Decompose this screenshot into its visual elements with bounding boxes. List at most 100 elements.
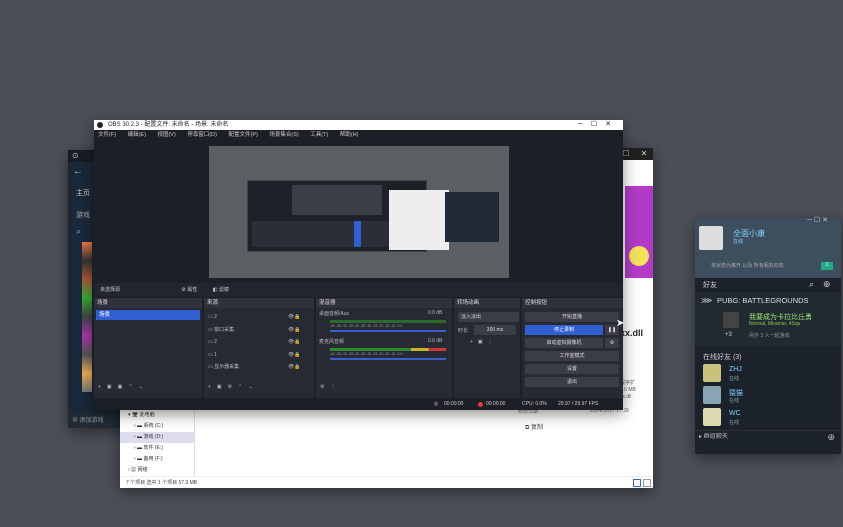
- in-game-group: ⋙ PUBG: BATTLEGROUNDS 我要成为卡拉比丘勇 Normal, …: [695, 292, 841, 346]
- sources-dock: 来源 ▭ 2 ▭ 窗口采集 ▭ 2 ▭ 1 ▭ 显示器采集 👁🔒 👁🔒 👁🔒 👁🔒 👁🔒…: [204, 298, 314, 398]
- duration-input[interactable]: 300 ms: [474, 325, 516, 335]
- copy-link[interactable]: ⧉ 复制: [525, 422, 543, 432]
- tree-drive-e[interactable]: › ▬ 软件 (E:): [120, 443, 194, 454]
- status-text: 7 个项目 选中 1 个项目 57.9 MB: [126, 480, 198, 486]
- search-icon[interactable]: ⌕: [809, 279, 814, 290]
- close-icon[interactable]: ─ ☐ ✕: [807, 216, 828, 224]
- friend-name[interactable]: ZHJ: [729, 366, 742, 373]
- stop-recording-button[interactable]: 停止录制: [525, 325, 603, 335]
- source-controls[interactable]: +▣⚙⌃⌄: [208, 384, 259, 390]
- steam-friends-window: 全面小康 在线 将状态为离开 以及 所有朋友动态 ─ ☐ ✕ 1 好友 ⌕ ⊕ …: [695, 216, 841, 454]
- game-icons-column[interactable]: [82, 242, 92, 392]
- friend-avatar[interactable]: [723, 312, 739, 328]
- add-group-icon[interactable]: ⊕: [827, 431, 835, 443]
- transitions-dock-header: 转场动画: [454, 298, 520, 308]
- friend-status: 在线: [729, 420, 740, 426]
- banner-note: 将状态为离开 以及 所有朋友动态: [711, 263, 784, 269]
- tree-this-pc[interactable]: ▾ 🖥 此电脑: [120, 410, 194, 421]
- close-icon[interactable]: ✕: [637, 149, 651, 159]
- back-arrow-icon[interactable]: ←: [73, 166, 83, 177]
- sources-dock-header: 来源: [204, 298, 314, 308]
- scene-controls[interactable]: +▣▣⌃⌄: [98, 384, 149, 390]
- friend-avatar[interactable]: [703, 386, 721, 404]
- cartoon-face-icon: [629, 246, 649, 266]
- tree-drive-f[interactable]: › ▬ 备用 (F:): [120, 454, 194, 465]
- transitions-dock: 转场动画 淡入淡出 时长 300 ms +▣⋮: [454, 298, 520, 398]
- copy-link-label: 复制: [530, 425, 543, 431]
- meter-bar: [330, 320, 446, 323]
- menu-docks[interactable]: 停靠窗口(D): [187, 132, 217, 138]
- controls-dock: 控制按钮 开始直播 停止录制 ❚❚ 启动虚拟摄像机 ⚙ 工作室模式 设置 退出: [522, 298, 623, 398]
- source-item[interactable]: ▭ 1: [208, 349, 239, 362]
- tiles-view-icon[interactable]: [643, 479, 651, 487]
- desktop: { "colors": {"desktop":"#4b4f57","obs_bg…: [0, 0, 843, 527]
- controls-dock-header: 控制按钮: [522, 298, 623, 308]
- group-chat-label: 群组聊天: [703, 434, 728, 440]
- dock-title: 来源: [207, 300, 219, 306]
- friend-avatar[interactable]: [703, 408, 721, 426]
- source-label: 1: [214, 351, 217, 358]
- avatar[interactable]: [699, 226, 723, 250]
- mixer-controls[interactable]: ⚙⋮: [320, 384, 341, 390]
- source-label: 窗口采集: [214, 326, 235, 333]
- search-icon[interactable]: ⌕: [76, 226, 81, 237]
- obs-window: OBS 30.2.3 - 配置文件: 未命名 - 场景: 未命名 ─☐✕ 文件(…: [94, 120, 623, 410]
- menu-edit[interactable]: 编辑(E): [128, 132, 146, 138]
- volume-slider[interactable]: [330, 330, 446, 332]
- transition-controls[interactable]: +▣⋮: [470, 339, 498, 345]
- gear-icon[interactable]: ⚙: [605, 338, 619, 348]
- source-item[interactable]: ▭ 2: [208, 336, 239, 349]
- source-list: ▭ 2 ▭ 窗口采集 ▭ 2 ▭ 1 ▭ 显示器采集: [208, 311, 239, 374]
- mixer-channel-1-db: 0.0 dB: [428, 310, 443, 316]
- pubg-icon: ⋙: [701, 296, 713, 305]
- stream-icon: ◎: [434, 401, 439, 407]
- menu-help[interactable]: 帮助(H): [340, 132, 359, 138]
- mixer-channel-1-label: 桌面音频/Aux: [319, 311, 350, 317]
- obs-statusbar: ◎ 00:00:00 00:00:00 CPU: 0.0% 29.97 / 29…: [94, 398, 623, 410]
- source-item[interactable]: ▭ 窗口采集: [208, 324, 239, 337]
- source-item[interactable]: ▭ 显示器采集: [208, 361, 239, 374]
- dock-title: 混音器: [319, 300, 336, 306]
- filters-label: 滤镜: [218, 287, 229, 293]
- menu-tools[interactable]: 工具(T): [310, 132, 328, 138]
- tree-drive-c[interactable]: › ▬ 系统 (C:): [120, 421, 194, 432]
- start-stream-button[interactable]: 开始直播: [525, 312, 619, 322]
- source-label: 2: [214, 314, 217, 320]
- transition-select[interactable]: 淡入淡出: [458, 312, 519, 322]
- nav-home[interactable]: 主页: [76, 188, 90, 198]
- obs-menubar: 文件(F) 编辑(E) 视图(V) 停靠窗口(D) 配置文件(P) 场景集合(S…: [94, 130, 623, 140]
- preview-canvas[interactable]: [209, 146, 509, 278]
- add-friend-icon[interactable]: ⊕: [823, 279, 831, 290]
- nav-library[interactable]: 游戏: [76, 210, 90, 220]
- properties-button[interactable]: ⚙ 属性: [181, 287, 197, 293]
- studio-mode-button[interactable]: 工作室模式: [525, 351, 619, 361]
- details-view-icon[interactable]: [633, 479, 641, 487]
- menu-file[interactable]: 文件(F): [98, 132, 116, 138]
- exit-button[interactable]: 退出: [525, 377, 619, 387]
- settings-button[interactable]: 设置: [525, 364, 619, 374]
- friend-avatar[interactable]: [703, 364, 721, 382]
- tree-label: 网络: [137, 467, 148, 473]
- source-visibility-icons[interactable]: 👁🔒 👁🔒 👁🔒 👁🔒 👁🔒: [288, 311, 301, 374]
- scene-item[interactable]: 场景: [96, 310, 200, 320]
- mouse-cursor-icon: ➤: [616, 318, 625, 329]
- scenes-dock-header: 场景: [94, 298, 202, 308]
- explorer-statusbar: 7 个项目 选中 1 个项目 57.9 MB: [120, 476, 653, 488]
- menu-view[interactable]: 视图(V): [157, 132, 175, 138]
- filters-button[interactable]: ◧ 滤镜: [213, 287, 229, 293]
- friend-status: 在线: [729, 398, 740, 404]
- virtual-camera-button[interactable]: 启动虚拟摄像机: [525, 338, 603, 348]
- friend-status: 在线: [729, 376, 740, 382]
- game-title: PUBG: BATTLEGROUNDS: [717, 296, 809, 305]
- menu-profile[interactable]: 配置文件(P): [228, 132, 257, 138]
- group-chat-bar[interactable]: ▸ 群组聊天 ⊕: [695, 430, 841, 442]
- menu-scene-collection[interactable]: 场景集合(S): [269, 132, 298, 138]
- source-item[interactable]: ▭ 2: [208, 311, 239, 324]
- tree-drive-d[interactable]: › ▬ 游戏 (D:): [120, 432, 194, 443]
- volume-slider[interactable]: [330, 358, 446, 360]
- window-controls[interactable]: ─☐✕: [578, 120, 619, 130]
- dock-title: 转场动画: [457, 300, 480, 306]
- friend-name[interactable]: WC: [729, 410, 741, 417]
- tree-network[interactable]: › ▦ 网络: [120, 465, 194, 476]
- playing-detail: Normal, Miramar, 4Squ: [749, 321, 801, 327]
